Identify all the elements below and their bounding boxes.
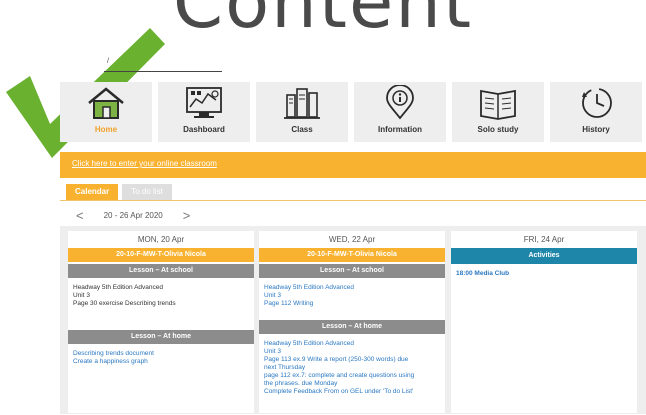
nav-tile-label: Home <box>94 125 118 134</box>
nav-tile-class[interactable]: Class <box>256 82 348 142</box>
nav-tile-label: Solo study <box>477 125 519 134</box>
class-name-strip[interactable]: 20-10-F-MW-T-Olivia Nicola <box>259 248 445 262</box>
tabs-divider <box>60 200 646 201</box>
nav-tile-home[interactable]: Home <box>60 82 152 142</box>
prev-week-button[interactable]: < <box>70 208 90 223</box>
history-icon <box>582 88 612 118</box>
day-header: MON, 20 Apr <box>137 235 185 244</box>
home-icon <box>88 87 124 119</box>
nav-tile-label: History <box>582 125 610 134</box>
activities-header: Activities <box>451 248 637 264</box>
nav-tile-label: Dashboard <box>183 125 225 134</box>
online-classroom-link[interactable]: Click here to enter your online classroo… <box>72 159 217 168</box>
lesson-line[interactable]: Unit 3 <box>264 292 440 300</box>
lesson-school-body: Headway 5th Edition Advanced Unit 3 Page… <box>259 278 445 320</box>
solo-study-icon <box>480 89 516 120</box>
lesson-home-body: Headway 5th Edition Advanced Unit 3 Page… <box>259 334 445 402</box>
day-column-fri: FRI, 24 Apr Activities 18:00 Media Club <box>451 231 637 413</box>
day-column-mon: MON, 20 Apr 20-10-F-MW-T-Olivia Nicola L… <box>68 231 254 413</box>
calendar-tabs: Calendar To do list <box>66 184 172 200</box>
day-header: WED, 22 Apr <box>328 235 376 244</box>
lesson-home-body: Describing trends document Create a happ… <box>68 344 254 372</box>
class-icon <box>284 88 320 119</box>
day-column-wed: WED, 22 Apr 20-10-F-MW-T-Olivia Nicola L… <box>259 231 445 413</box>
activity-item[interactable]: 18:00 Media Club <box>451 264 637 283</box>
nav-tile-solo-study[interactable]: Solo study <box>452 82 544 142</box>
lesson-line: Page 30 exercise Describing trends <box>73 300 176 307</box>
dashboard-icon <box>186 87 222 118</box>
homework-line[interactable]: Headway 5th Edition Advanced <box>264 340 440 348</box>
lesson-line[interactable]: Page 112 Writing <box>264 300 440 308</box>
lesson-school-header: Lesson – At school <box>259 264 445 278</box>
lesson-line: Unit 3 <box>73 292 90 299</box>
lesson-school-header: Lesson – At school <box>68 264 254 278</box>
online-classroom-banner: Click here to enter your online classroo… <box>60 152 646 178</box>
small-mark: / <box>107 58 109 65</box>
lesson-home-header: Lesson – At home <box>259 320 445 334</box>
homework-line[interactable]: next Thursday <box>264 364 440 372</box>
lesson-line: Headway 5th Edition Advanced <box>73 284 163 291</box>
information-icon <box>386 85 414 120</box>
date-navigator: < 20 - 26 Apr 2020 > <box>70 208 196 223</box>
homework-line[interactable]: page 112 ex.7: complete and create quest… <box>264 372 440 380</box>
homework-line[interactable]: Unit 3 <box>264 348 440 356</box>
tab-calendar[interactable]: Calendar <box>66 184 119 200</box>
homework-line[interactable]: the phrases. due Monday <box>264 380 440 388</box>
day-header: FRI, 24 Apr <box>523 235 565 244</box>
homework-line[interactable]: Page 113 ex.9 Write a report (250-300 wo… <box>264 356 440 364</box>
nav-tiles: Home Dashboard Class Information Solo st… <box>60 82 646 142</box>
nav-tile-information[interactable]: Information <box>354 82 446 142</box>
tab-todo-list[interactable]: To do list <box>122 184 172 200</box>
homework-line[interactable]: Complete Feedback From on GEL under 'To … <box>264 388 440 396</box>
date-range: 20 - 26 Apr 2020 <box>103 211 163 220</box>
nav-tile-label: Class <box>291 125 313 134</box>
nav-tile-history[interactable]: History <box>550 82 642 142</box>
lesson-school-body: Headway 5th Edition Advanced Unit 3 Page… <box>68 278 254 330</box>
divider-line <box>104 71 222 72</box>
nav-tile-dashboard[interactable]: Dashboard <box>158 82 250 142</box>
lesson-line[interactable]: Headway 5th Edition Advanced <box>264 284 440 292</box>
class-name-strip[interactable]: 20-10-F-MW-T-Olivia Nicola <box>68 248 254 262</box>
next-week-button[interactable]: > <box>177 208 197 223</box>
nav-tile-label: Information <box>378 125 422 134</box>
homework-link[interactable]: Describing trends document <box>73 350 249 358</box>
lesson-home-header: Lesson – At home <box>68 330 254 344</box>
homework-link[interactable]: Create a happiness graph <box>73 358 249 366</box>
